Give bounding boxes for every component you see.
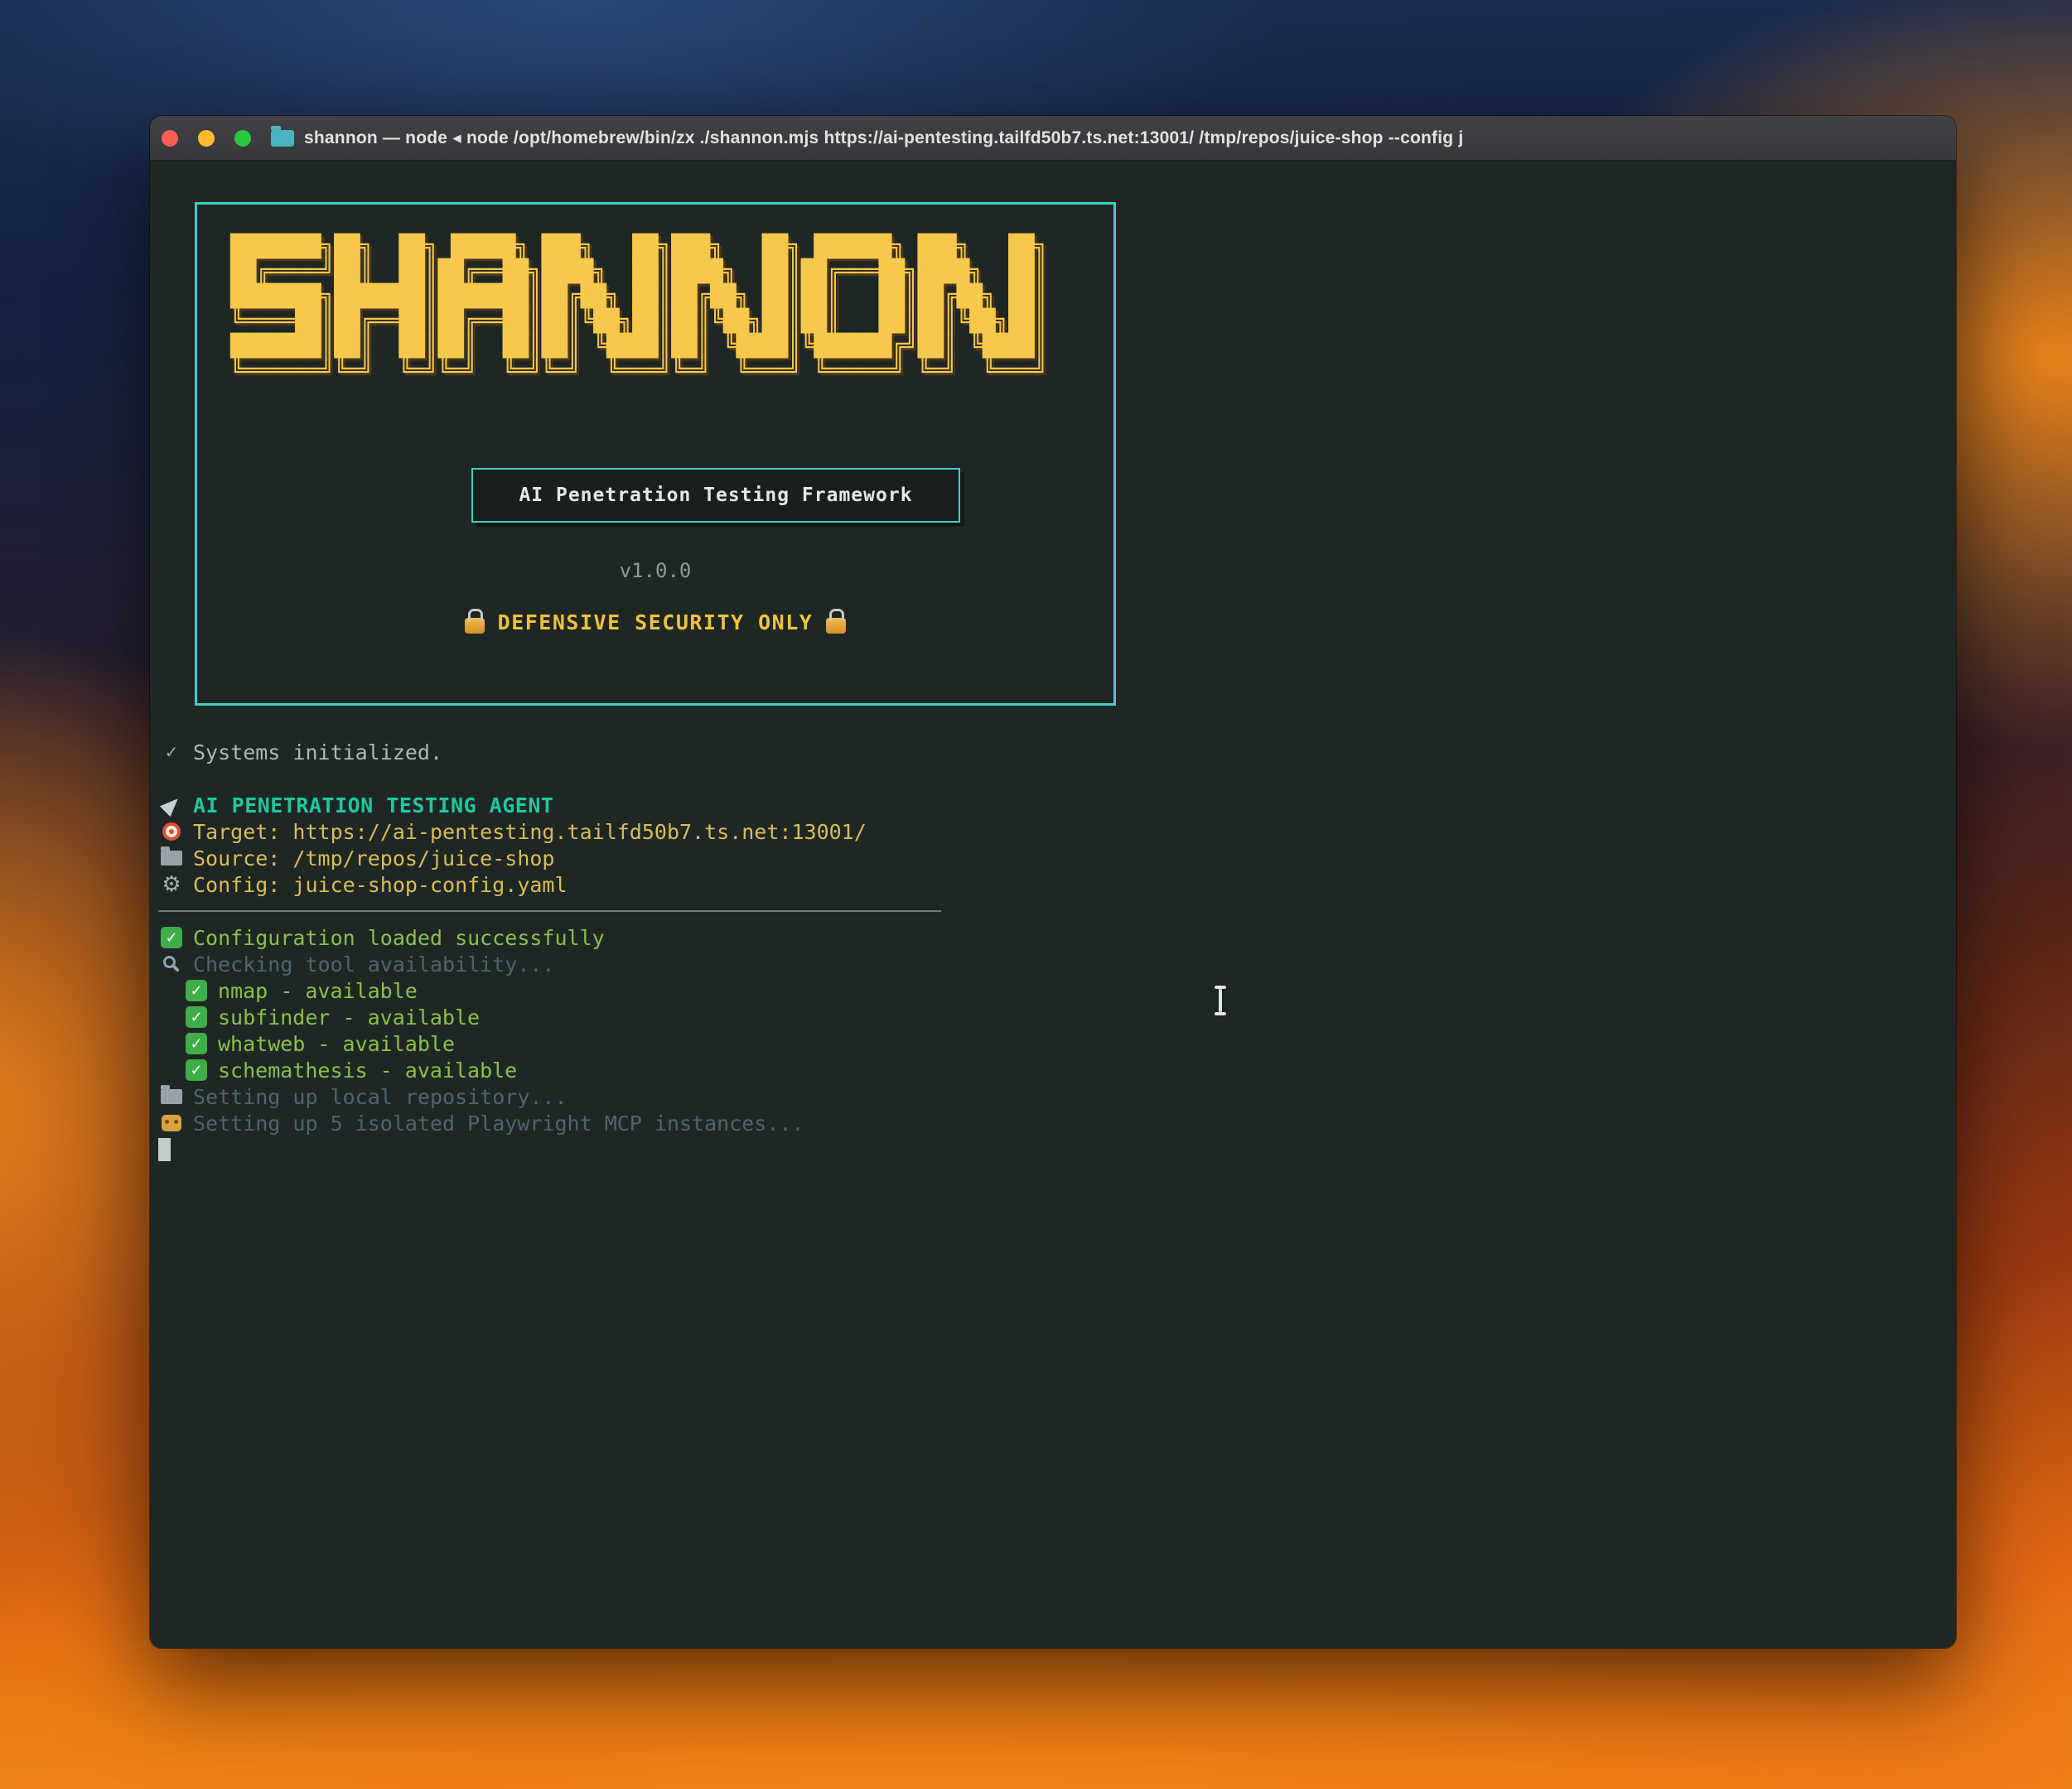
log-config: ⚙ Config: juice-shop-config.yaml [158, 871, 941, 898]
traffic-lights [150, 130, 251, 147]
log-text: Setting up local repository... [193, 1085, 568, 1109]
proxy-folder-icon[interactable] [271, 130, 294, 147]
banner-box: ███████╗██╗ ██╗ █████╗ ███╗ ██╗███╗ ██╗ … [195, 202, 1116, 706]
titlebar[interactable]: shannon — node ◂ node /opt/homebrew/bin/… [150, 116, 1956, 161]
log-text: Source: /tmp/repos/juice-shop [193, 846, 555, 870]
folder-icon [158, 1089, 185, 1104]
log-tool-schemathesis: ✓ schemathesis - available [183, 1057, 941, 1083]
log-text: Setting up 5 isolated Playwright MCP ins… [193, 1111, 804, 1136]
log-text: Checking tool availability... [193, 952, 555, 976]
rocket-icon [158, 796, 185, 814]
log-source: Source: /tmp/repos/juice-shop [158, 845, 941, 871]
log-text: Systems initialized. [193, 740, 442, 764]
minimize-button[interactable] [198, 130, 215, 147]
log-text: subfinder - available [218, 1005, 480, 1030]
close-button[interactable] [162, 130, 178, 147]
log-playwright-setup: Setting up 5 isolated Playwright MCP ins… [158, 1110, 941, 1136]
divider [158, 910, 941, 912]
log-checking-tools: Checking tool availability... [158, 951, 941, 977]
folder-icon [158, 851, 185, 866]
log-repo-setup: Setting up local repository... [158, 1083, 941, 1110]
log-text: schemathesis - available [218, 1058, 517, 1083]
log-text: nmap - available [218, 979, 418, 1003]
log-text: Config: juice-shop-config.yaml [193, 873, 568, 897]
check-square-icon: ✓ [183, 980, 210, 1001]
log-tool-subfinder: ✓ subfinder - available [183, 1004, 941, 1030]
version-label: v1.0.0 [197, 559, 1113, 582]
lock-icon [826, 618, 846, 634]
terminal-log: ✓ Systems initialized. AI PENETRATION TE… [158, 739, 941, 1163]
framework-label-box: AI Penetration Testing Framework [471, 468, 960, 523]
check-square-icon: ✓ [183, 1059, 210, 1081]
log-tool-whatweb: ✓ whatweb - available [183, 1030, 941, 1057]
log-divider [158, 898, 941, 924]
log-tool-nmap: ✓ nmap - available [183, 977, 941, 1004]
terminal-cursor [158, 1138, 171, 1161]
log-text: Configuration loaded successfully [193, 926, 605, 950]
framework-label: AI Penetration Testing Framework [519, 485, 912, 506]
check-square-icon: ✓ [183, 1033, 210, 1054]
security-notice-text: DEFENSIVE SECURITY ONLY [498, 610, 814, 634]
log-agent-header: AI PENETRATION TESTING AGENT [158, 792, 941, 818]
terminal-window: shannon — node ◂ node /opt/homebrew/bin/… [150, 116, 1956, 1648]
masks-icon [158, 1115, 185, 1131]
zoom-button[interactable] [234, 130, 251, 147]
log-target: Target: https://ai-pentesting.tailfd50b7… [158, 818, 941, 845]
check-square-icon: ✓ [183, 1006, 210, 1028]
check-icon: ✓ [158, 742, 185, 762]
log-systems-initialized: ✓ Systems initialized. [158, 739, 941, 765]
mouse-cursor-ibeam [1219, 988, 1222, 1013]
window-title: shannon — node ◂ node /opt/homebrew/bin/… [304, 128, 1463, 148]
log-text: whatweb - available [218, 1032, 455, 1056]
blank-line [158, 765, 941, 792]
log-config-loaded: ✓ Configuration loaded successfully [158, 924, 941, 951]
gear-icon: ⚙ [158, 872, 185, 897]
lock-icon [465, 618, 485, 634]
check-square-icon: ✓ [158, 927, 185, 948]
log-text: Target: https://ai-pentesting.tailfd50b7… [193, 820, 867, 844]
target-icon [158, 822, 185, 841]
log-text: AI PENETRATION TESTING AGENT [193, 793, 553, 817]
cursor-line [158, 1136, 941, 1163]
terminal-content[interactable]: ███████╗██╗ ██╗ █████╗ ███╗ ██╗███╗ ██╗ … [150, 161, 1956, 1648]
magnifier-icon [158, 958, 185, 971]
shannon-ascii-logo: ███████╗██╗ ██╗ █████╗ ███╗ ██╗███╗ ██╗ … [230, 234, 1113, 383]
title-area: shannon — node ◂ node /opt/homebrew/bin/… [271, 116, 1946, 160]
security-notice: DEFENSIVE SECURITY ONLY [197, 610, 1113, 634]
